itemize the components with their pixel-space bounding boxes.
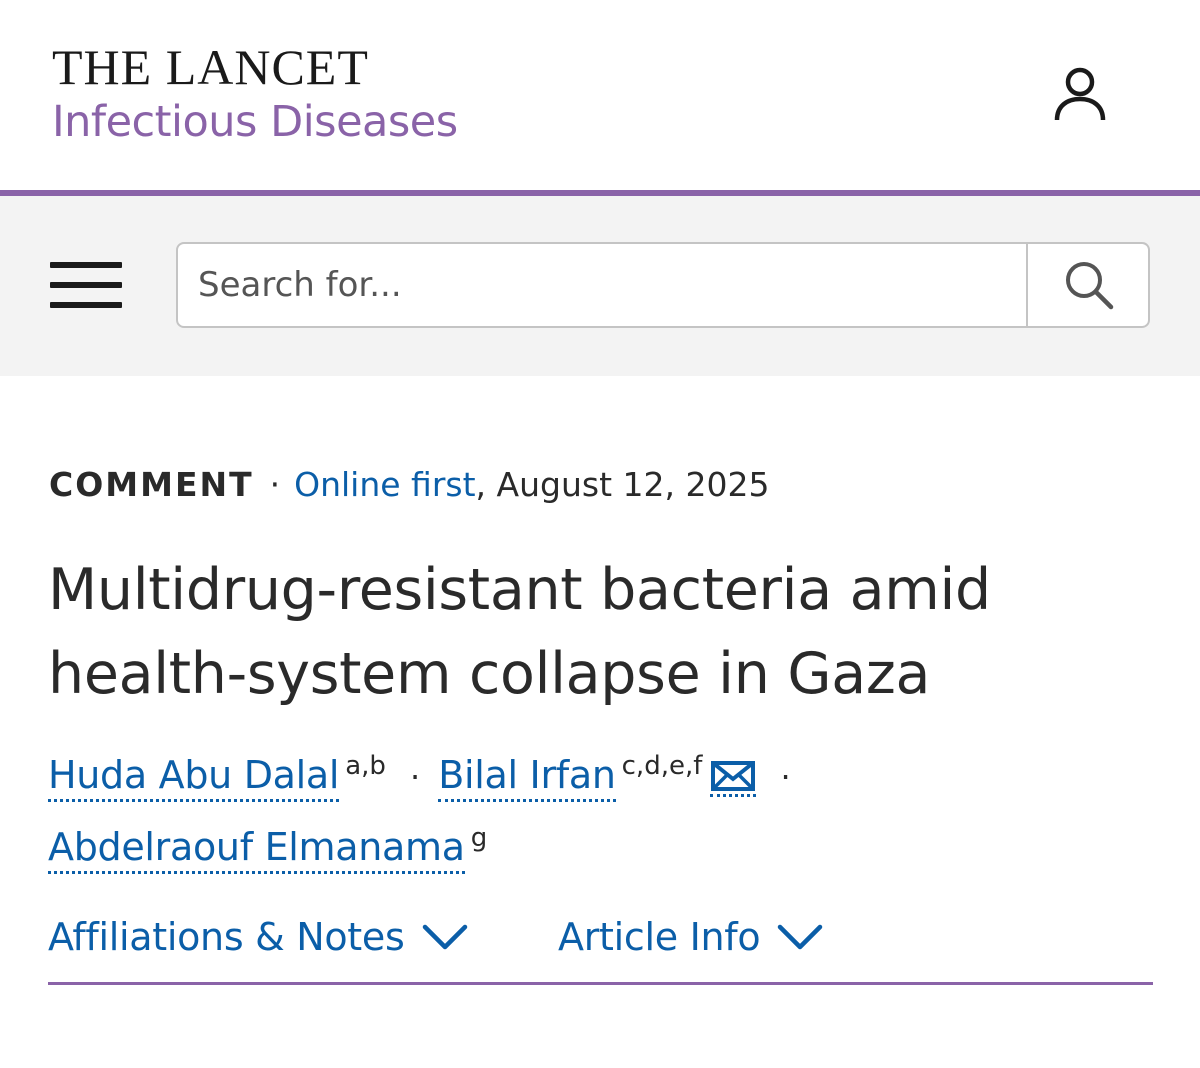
author-affiliation-marks[interactable]: g: [471, 823, 488, 853]
publication-date: , August 12, 2025: [475, 465, 770, 504]
online-first-link[interactable]: Online first: [294, 465, 475, 504]
journal-logo[interactable]: THE LANCET Infectious Diseases: [52, 40, 458, 150]
search-icon: [1066, 262, 1114, 310]
author-separator: ·: [409, 758, 421, 796]
author-link-huda-abu-dalal[interactable]: Huda Abu Dalal: [48, 753, 339, 802]
article-info-toggle[interactable]: Article Info: [558, 906, 824, 968]
article-section-toggles: Affiliations & Notes Article Info: [48, 906, 1153, 968]
chevron-down-icon: [776, 922, 824, 952]
logo-journal-name: Infectious Diseases: [52, 97, 458, 147]
hamburger-menu-button[interactable]: [50, 260, 124, 312]
hamburger-menu-icon: [50, 262, 122, 268]
article-title: Multidrug-resistant bacteria amid health…: [48, 557, 991, 707]
user-icon: [1054, 67, 1106, 121]
search-button[interactable]: [1026, 244, 1150, 326]
search-input[interactable]: [178, 244, 1026, 326]
affiliations-notes-label: Affiliations & Notes: [48, 915, 405, 959]
section-divider: [48, 982, 1153, 985]
author-link-bilal-irfan[interactable]: Bilal Irfan: [438, 753, 616, 802]
search-bar-area: [0, 196, 1200, 376]
email-author-button[interactable]: [710, 760, 757, 797]
article-type-label: COMMENT: [49, 465, 254, 504]
logo-publisher: THE LANCET: [52, 39, 369, 95]
article-info-label: Article Info: [558, 915, 761, 959]
search-box: [176, 242, 1150, 328]
site-header: THE LANCET Infectious Diseases: [0, 0, 1200, 190]
author-separator: ·: [780, 758, 791, 796]
chevron-down-icon: [421, 922, 469, 952]
author-link-abdelraouf-elmanama[interactable]: Abdelraouf Elmanama: [48, 825, 465, 874]
meta-separator: ·: [269, 465, 281, 504]
author-affiliation-marks[interactable]: a,b: [345, 751, 386, 781]
author-list: Huda Abu Dalal a,b · Bilal Irfan c,d,e,f ·…: [48, 740, 1158, 882]
user-account-button[interactable]: [1048, 62, 1112, 126]
hamburger-menu-icon-bar: [50, 302, 122, 308]
author-affiliation-marks[interactable]: c,d,e,f: [622, 751, 703, 781]
envelope-icon: [711, 761, 756, 791]
affiliations-notes-toggle[interactable]: Affiliations & Notes: [48, 906, 469, 968]
article-meta: COMMENT · Online first, August 12, 2025: [49, 462, 769, 508]
hamburger-menu-icon-bar: [50, 282, 122, 288]
